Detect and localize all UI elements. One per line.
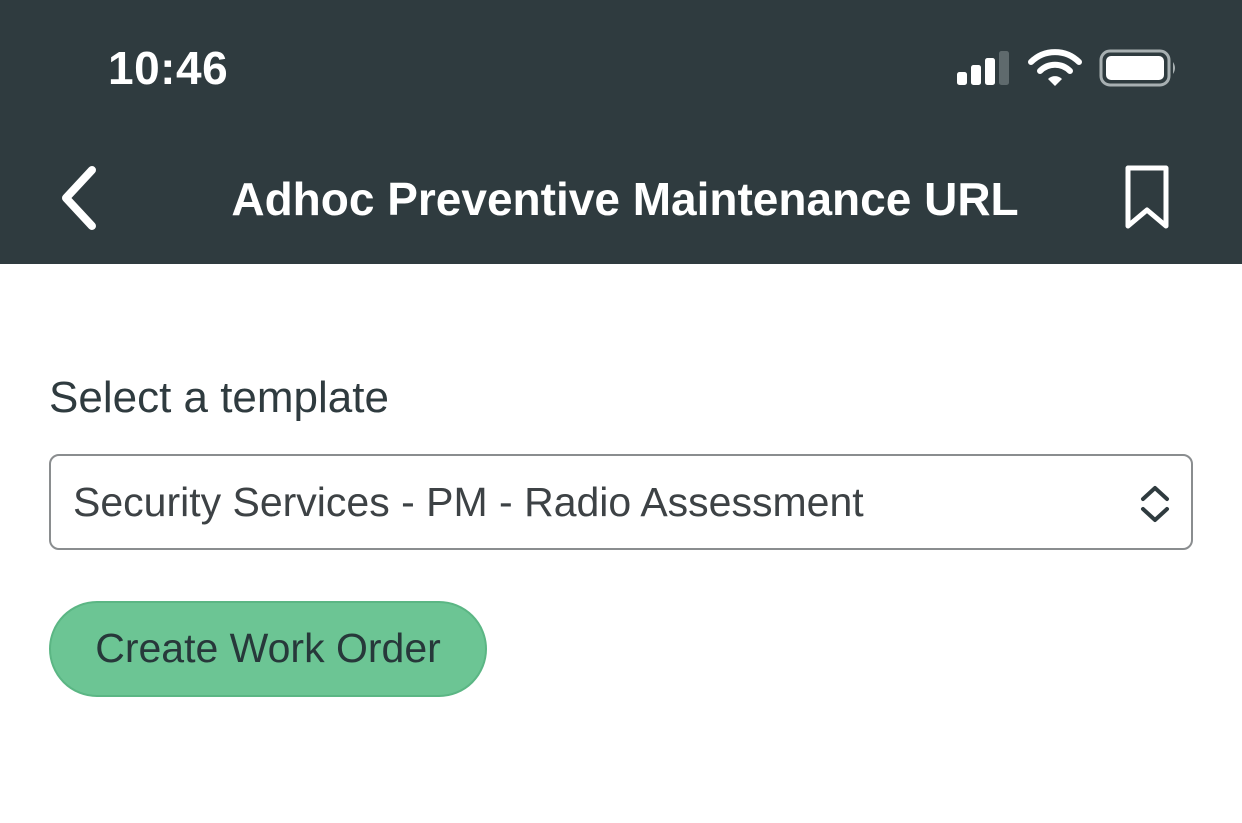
battery-icon <box>1099 48 1179 88</box>
chevron-up-down-icon <box>1137 484 1173 524</box>
main-content: Select a template Security Services - PM… <box>0 264 1242 823</box>
wifi-icon <box>1027 48 1083 88</box>
template-select-value: Security Services - PM - Radio Assessmen… <box>73 479 864 525</box>
create-work-order-button[interactable]: Create Work Order <box>49 601 487 697</box>
status-time: 10:46 <box>108 42 229 94</box>
back-icon[interactable] <box>52 160 112 236</box>
template-label: Select a template <box>49 373 389 422</box>
template-select[interactable]: Security Services - PM - Radio Assessmen… <box>49 454 1193 550</box>
page-title: Adhoc Preventive Maintenance URL <box>231 173 1019 225</box>
app-header: 10:46 Adhoc Preventive Maintenance URL <box>0 0 1242 264</box>
bookmark-icon[interactable] <box>1118 160 1178 236</box>
signal-icon <box>955 48 1015 88</box>
